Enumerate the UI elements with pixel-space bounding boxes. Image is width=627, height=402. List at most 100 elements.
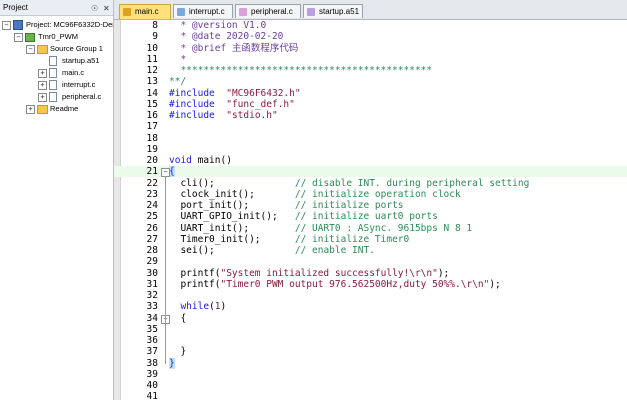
code-line[interactable]: 9 * @date 2020-02-20 [114, 31, 627, 42]
line-number: 18 [146, 132, 158, 144]
collapse-icon[interactable]: − [26, 45, 35, 54]
code-text: port_init(); // initialize ports [169, 200, 404, 211]
code-line[interactable]: 15 #include "func_def.h" [114, 99, 627, 110]
tab-label: interrupt.c [189, 7, 225, 16]
code-line[interactable]: 13 **/ [114, 76, 627, 87]
line-number: 38 [146, 357, 158, 369]
code-line[interactable]: 35 [114, 324, 627, 335]
expand-icon[interactable]: + [26, 105, 35, 114]
code-line[interactable]: 34 {− [114, 313, 627, 324]
tree-item-label: Project: MC96F6332D-Den [26, 20, 114, 29]
pin-icon[interactable]: ☉ [91, 1, 98, 16]
line-number: 36 [146, 335, 158, 346]
code-editor[interactable]: 8 * @version V1.0 9 * @date 2020-02-20 10 … [114, 20, 627, 402]
code-line[interactable]: 28 sei(); // enable INT. [114, 245, 627, 256]
fold-guide [165, 176, 166, 364]
code-line[interactable]: 33 while(1) [114, 301, 627, 312]
code-line[interactable]: 21{− [114, 166, 627, 178]
code-line[interactable]: 12 *************************************… [114, 65, 627, 76]
code-line[interactable]: 17 [114, 121, 627, 132]
code-text: #include "func_def.h" [169, 98, 295, 110]
code-text: } [169, 346, 187, 358]
tree-item-label: main.c [62, 68, 85, 77]
line-number: 17 [146, 121, 158, 133]
line-number: 24 [146, 200, 158, 211]
code-line[interactable]: 31 printf("Timer0 PWM output 976.562500H… [114, 279, 627, 290]
code-line[interactable]: 10 * @brief 主函数程序代码 [114, 43, 627, 54]
line-number: 37 [146, 346, 158, 358]
project-panel-header: Project ☉ ✕ [0, 0, 113, 16]
folder-icon [37, 105, 48, 114]
code-line[interactable]: 14 #include "MC96F6432.h" [114, 88, 627, 99]
code-line[interactable]: 19 [114, 144, 627, 155]
code-line[interactable]: 27 Timer0_init(); // initialize Timer0 [114, 234, 627, 245]
tree-item-label: startup.a51 [62, 56, 100, 65]
code-line[interactable]: 37 } [114, 346, 627, 357]
tree-item[interactable]: − Project: MC96F6332D-Den [0, 19, 113, 31]
code-line[interactable]: 36 [114, 335, 627, 346]
code-text: #include "stdio.h" [169, 110, 278, 121]
line-number: 30 [146, 267, 158, 279]
line-number: 27 [146, 233, 158, 245]
code-line[interactable]: 26 UART_init(); // UART0 : ASync. 9615bp… [114, 223, 627, 234]
expand-icon[interactable]: + [38, 81, 47, 90]
tree-item[interactable]: + main.c [0, 67, 113, 79]
tree-item[interactable]: startup.a51 [0, 55, 113, 67]
tree-item[interactable]: + Readme [0, 103, 113, 115]
code-text: { [169, 312, 187, 324]
file-icon [49, 68, 57, 78]
tree-item[interactable]: − Tmr0_PWM [0, 31, 113, 43]
folder-icon [37, 45, 48, 54]
code-line[interactable]: 32 [114, 290, 627, 301]
editor-tab-bar: main.c interrupt.c peripheral.c startup.a51 [114, 0, 627, 20]
code-line[interactable]: 16 #include "stdio.h" [114, 110, 627, 121]
expand-icon[interactable]: + [38, 93, 47, 102]
code-line[interactable]: 40 [114, 380, 627, 391]
tree-item-label: Tmr0_PWM [38, 32, 78, 41]
project-icon [13, 20, 23, 30]
code-line[interactable]: 38} [114, 357, 627, 369]
line-number: 40 [146, 380, 158, 391]
file-icon [49, 80, 57, 90]
line-number: 31 [146, 278, 158, 290]
tab-interrupt-c[interactable]: interrupt.c [173, 4, 233, 18]
expand-icon[interactable]: + [38, 69, 47, 78]
code-text: } [169, 357, 175, 369]
collapse-icon[interactable]: − [14, 33, 23, 42]
tree-item[interactable]: + peripheral.c [0, 91, 113, 103]
code-line[interactable]: 29 [114, 256, 627, 267]
line-number: 35 [146, 323, 158, 335]
code-line[interactable]: 8 * @version V1.0 [114, 20, 627, 31]
tree-item-label: Source Group 1 [50, 44, 103, 53]
code-line[interactable]: 30 printf("System initialized successful… [114, 268, 627, 279]
tree-item[interactable]: − Source Group 1 [0, 43, 113, 55]
code-line[interactable]: 20 void main() [114, 155, 627, 166]
collapse-icon[interactable]: − [2, 21, 11, 30]
tree-item-label: Readme [50, 104, 79, 113]
line-number: 33 [146, 301, 158, 313]
code-line[interactable]: 25 UART_GPIO_init(); // initialize uart0… [114, 211, 627, 222]
code-text: clock_init(); // initialize operation cl… [169, 188, 461, 200]
code-line[interactable]: 24 port_init(); // initialize ports [114, 200, 627, 211]
code-text: printf("System initialized successfully!… [169, 267, 450, 279]
code-line[interactable]: 11 * [114, 54, 627, 65]
code-text: UART_GPIO_init(); // initialize uart0 po… [169, 211, 438, 223]
line-number: 19 [146, 143, 158, 155]
code-text: #include "MC96F6432.h" [169, 87, 301, 99]
code-line[interactable]: 23 clock_init(); // initialize operation… [114, 189, 627, 200]
tab-startup-a51[interactable]: startup.a51 [303, 4, 363, 18]
line-number: 11 [146, 53, 158, 65]
tree-item[interactable]: + interrupt.c [0, 79, 113, 91]
line-number: 25 [146, 211, 158, 223]
tab-main-c[interactable]: main.c [119, 4, 171, 19]
code-line[interactable]: 18 [114, 133, 627, 144]
code-text: **/ [169, 76, 187, 88]
code-line[interactable]: 41 [114, 391, 627, 402]
line-number: 22 [146, 177, 158, 189]
code-line[interactable]: 22 cli(); // disable INT. during periphe… [114, 178, 627, 189]
tab-peripheral-c[interactable]: peripheral.c [235, 4, 301, 18]
close-icon[interactable]: ✕ [103, 1, 110, 16]
line-number: 32 [146, 290, 158, 301]
line-number: 14 [146, 87, 158, 99]
code-line[interactable]: 39 [114, 369, 627, 380]
